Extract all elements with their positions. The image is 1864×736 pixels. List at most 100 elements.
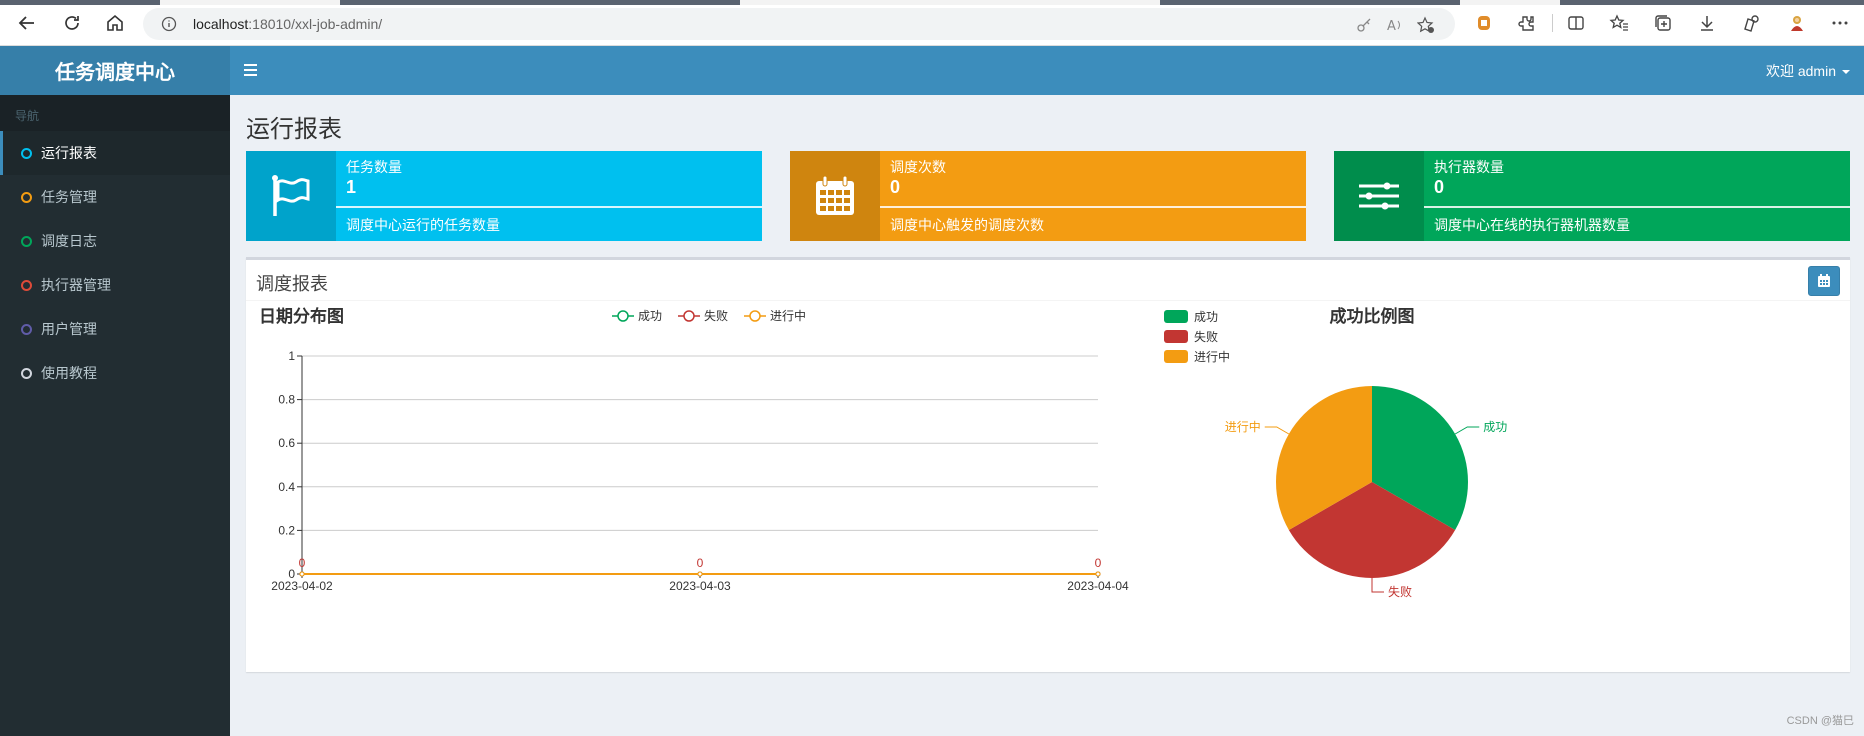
pie-chart-title: 成功比例图 [1330,306,1415,326]
info-box-number: 0 [1434,177,1445,197]
circle-icon [21,235,32,247]
line-chart-title: 日期分布图 [259,306,344,326]
info-box-icon [1334,151,1424,241]
circle-icon [21,323,32,335]
pie-label-line [1371,578,1384,593]
legend-swatch [1164,350,1188,363]
info-box-progress [336,206,762,208]
pie-label-line [1264,426,1290,435]
sidebar-item-label: 用户管理 [41,321,97,337]
performance-icon[interactable] [1741,13,1761,33]
sidebar-toggle-button[interactable] [244,61,264,79]
legend-label: 成功 [638,309,662,323]
key-icon[interactable] [1355,16,1373,34]
x-tick-label: 2023-04-03 [669,579,731,593]
report-charts: 日期分布图 成功 失败 进行中00.20.40.60.812023-04-02 2023… [259,306,1507,599]
x-tick-label: 2023-04-04 [1067,579,1129,593]
watermark: CSDN @猫巳 [1786,715,1854,727]
sidebar-item-3[interactable]: 执行器管理 [0,263,230,307]
more-menu-icon[interactable] [1830,13,1850,33]
home-button[interactable] [102,10,128,36]
favorites-icon[interactable] [1609,13,1629,33]
y-tick-label: 0.6 [278,436,295,450]
arrow-left-icon [18,16,34,30]
circle-icon [21,147,32,159]
sidebar-item-label: 使用教程 [41,365,97,381]
info-box-description: 调度中心运行的任务数量 [346,217,500,233]
profile-avatar-icon[interactable] [1787,13,1807,33]
info-box-number: 1 [346,177,357,197]
sidebar-item-4[interactable]: 用户管理 [0,307,230,351]
pie-label: 成功 [1483,420,1507,434]
data-point [1095,571,1101,577]
x-tick-label: 2023-04-02 [271,579,333,593]
info-box-icon [246,151,336,241]
info-box-icon [790,151,880,241]
svg-text:A: A [1387,19,1396,34]
back-button[interactable] [14,10,40,36]
info-icon[interactable] [161,16,177,32]
sidebar-item-5[interactable]: 使用教程 [0,351,230,395]
home-icon [107,14,123,31]
sidebar-item-label: 运行报表 [41,145,97,161]
sidebar-item-label: 任务管理 [41,189,97,205]
y-tick-label: 0.8 [278,393,295,407]
legend-label: 失败 [1194,329,1218,344]
hamburger-icon [244,64,257,66]
legend-swatch [1164,310,1188,323]
info-box-progress [1424,206,1850,208]
split-screen-icon[interactable] [1566,13,1586,33]
sidebar-header: 导航 [0,95,230,131]
sliders-icon [1359,182,1399,210]
address-bar[interactable]: localhost:18010/xxl-job-admin/ A [143,8,1455,40]
sidebar: 导航 运行报表任务管理调度日志执行器管理用户管理使用教程 [0,95,230,736]
legend-circle-marker [749,310,761,322]
sidebar-item-label: 调度日志 [41,233,97,249]
legend-swatch [1164,330,1188,343]
toolbar-separator [1552,14,1553,32]
sidebar-item-1[interactable]: 任务管理 [0,175,230,219]
pie-label-line [1454,426,1480,435]
user-menu[interactable]: 欢迎 admin [1766,61,1850,81]
user-menu-label: 欢迎 admin [1765,63,1836,79]
page-title: 运行报表 [246,116,342,143]
y-tick-label: 1 [288,349,295,363]
download-icon[interactable] [1697,13,1717,33]
read-aloud-icon[interactable]: A [1386,16,1404,34]
extension-shield-icon[interactable] [1474,13,1494,33]
extensions-icon[interactable] [1517,13,1537,33]
collections-icon[interactable] [1653,13,1673,33]
legend-label: 进行中 [1194,349,1230,364]
favorite-add-icon[interactable] [1417,16,1435,34]
info-box-title: 任务数量 [346,159,402,175]
sidebar-item-2[interactable]: 调度日志 [0,219,230,263]
app-logo[interactable]: 任务调度中心 [0,46,230,95]
info-box-schedule-count: 调度次数 0 调度中心触发的调度次数 [790,151,1306,241]
pie-label: 进行中 [1225,419,1261,434]
reload-button[interactable] [59,10,85,36]
url-text: localhost:18010/xxl-job-admin/ [193,16,383,32]
pie-label: 失败 [1388,584,1412,599]
data-label: 0 [697,556,704,570]
sidebar-item-label: 执行器管理 [41,277,111,293]
report-panel: 调度报表 日期分布图 成功 失败 进行中 0 0.2 0.4 0.6 0.8 1 2023-04-0… [246,257,1850,672]
calendar-icon [816,175,854,215]
y-tick-label: 0.2 [278,523,295,537]
info-box-executor-count: 执行器数量 0 调度中心在线的执行器机器数量 [1334,151,1850,241]
info-box-content: 执行器数量 0 调度中心在线的执行器机器数量 [1424,151,1850,241]
legend-label: 失败 [704,308,728,323]
data-point [299,571,305,577]
info-box-task-count: 任务数量 1 调度中心运行的任务数量 [246,151,762,241]
top-navbar: 欢迎 admin [230,46,1864,95]
info-box-content: 调度次数 0 调度中心触发的调度次数 [880,151,1306,241]
info-box-title: 调度次数 [890,159,946,175]
sidebar-item-0[interactable]: 运行报表 [0,131,230,175]
caret-down-icon [1842,70,1850,75]
info-box-title: 执行器数量 [1434,159,1504,175]
data-point [697,571,703,577]
main-content: 运行报表 任务数量 1 调度中心运行的任务数量 调度次数 0 调度中心触发的调度… [230,95,1864,736]
sidebar-menu: 运行报表任务管理调度日志执行器管理用户管理使用教程 [0,131,230,395]
circle-icon [21,191,32,203]
data-label: 0 [299,556,306,570]
info-box-progress [880,206,1306,208]
